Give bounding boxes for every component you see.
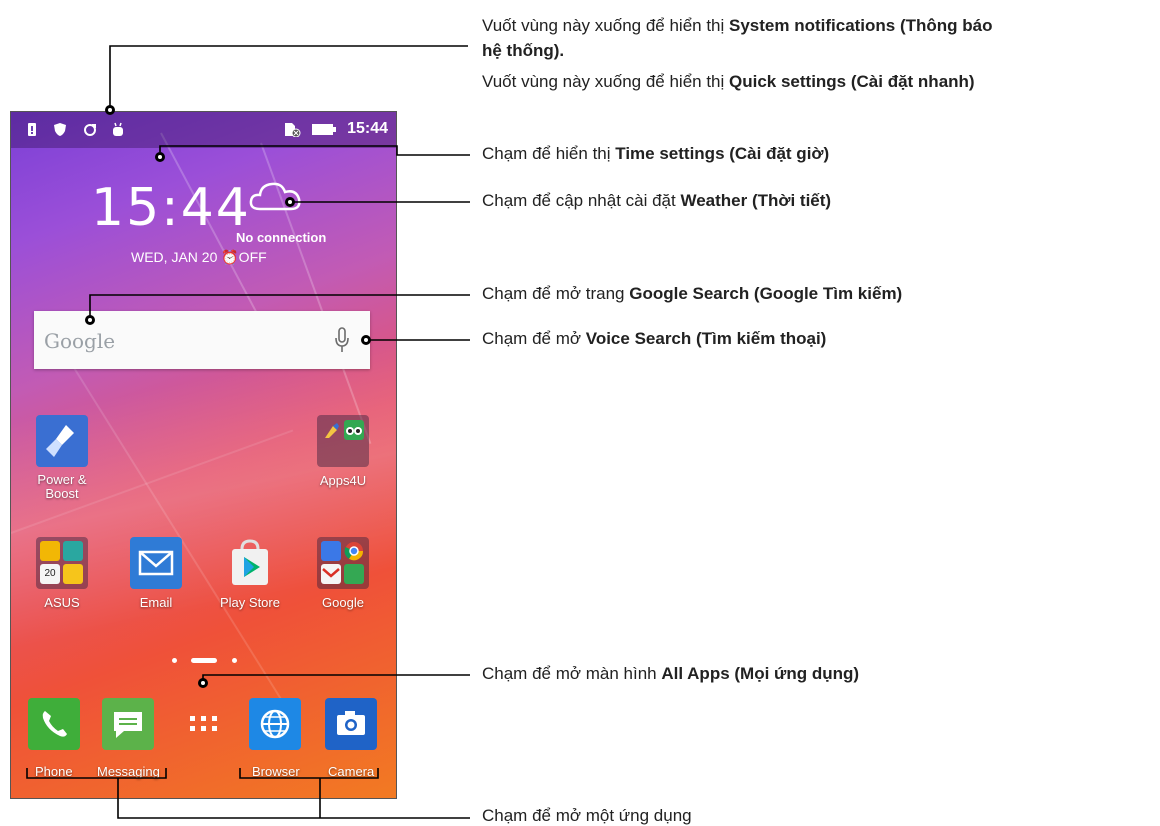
callout-line-allapps: [202, 674, 470, 685]
callout-dot-center: [364, 338, 368, 342]
callout-line-time: [159, 145, 470, 156]
callout-text: Vuốt vùng này xuống để hiển thị: [482, 16, 729, 35]
callout-text: Chạm để mở: [482, 329, 586, 348]
callout-text: Chạm để mở màn hình: [482, 664, 662, 683]
callout-emphasis: Quick settings (Cài đặt nhanh): [729, 72, 975, 91]
callout-line-google: [89, 294, 470, 318]
callout-dot-center: [288, 200, 292, 204]
callout-all-apps: Chạm để mở màn hình All Apps (Mọi ứng dụ…: [482, 664, 859, 684]
callout-text: Chạm để mở trang: [482, 284, 630, 303]
callout-weather: Chạm để cập nhật cài đặt Weather (Thời t…: [482, 191, 831, 211]
callout-open-app: Chạm để mở một ứng dụng: [482, 806, 692, 826]
callout-quick-settings: Vuốt vùng này xuống để hiển thị Quick se…: [482, 72, 975, 92]
callout-text: Chạm để mở một ứng dụng: [482, 806, 692, 825]
callout-line-status: [109, 45, 468, 110]
bracket-right: [239, 768, 379, 779]
callout-line-openapp: [117, 778, 470, 819]
callout-voice-search: Chạm để mở Voice Search (Tìm kiếm thoại): [482, 329, 826, 349]
callout-emphasis: All Apps (Mọi ứng dụng): [661, 664, 860, 683]
callout-notifications: Vuốt vùng này xuống để hiển thị System n…: [482, 16, 993, 36]
callout-emphasis: Voice Search (Tìm kiếm thoại): [585, 329, 827, 348]
bracket-left: [26, 768, 167, 779]
callout-emphasis: hệ thống).: [482, 41, 565, 60]
callout-emphasis: Weather (Thời tiết): [680, 191, 832, 210]
manual-page: 15:44 15:44 No connection WED, JAN 20 ⏰O…: [0, 0, 1160, 825]
callout-emphasis: Google Search (Google Tìm kiếm): [629, 284, 903, 303]
callout-text: Chạm để hiển thị: [482, 144, 616, 163]
callout-google-search: Chạm để mở trang Google Search (Google T…: [482, 284, 902, 304]
callout-emphasis: Time settings (Cài đặt giờ): [615, 144, 830, 163]
callout-dot-center: [108, 108, 112, 112]
callout-dot-center: [158, 155, 162, 159]
callout-dot-center: [88, 318, 92, 322]
callout-text: Chạm để cập nhật cài đặt: [482, 191, 681, 210]
callout-emphasis: System notifications (Thông báo: [729, 16, 993, 35]
callout-notifications-line2: hệ thống).: [482, 41, 564, 61]
callout-dot-center: [201, 681, 205, 685]
callout-time: Chạm để hiển thị Time settings (Cài đặt …: [482, 144, 829, 164]
callout-lines: [26, 45, 470, 819]
callout-text: Vuốt vùng này xuống để hiển thị: [482, 72, 729, 91]
